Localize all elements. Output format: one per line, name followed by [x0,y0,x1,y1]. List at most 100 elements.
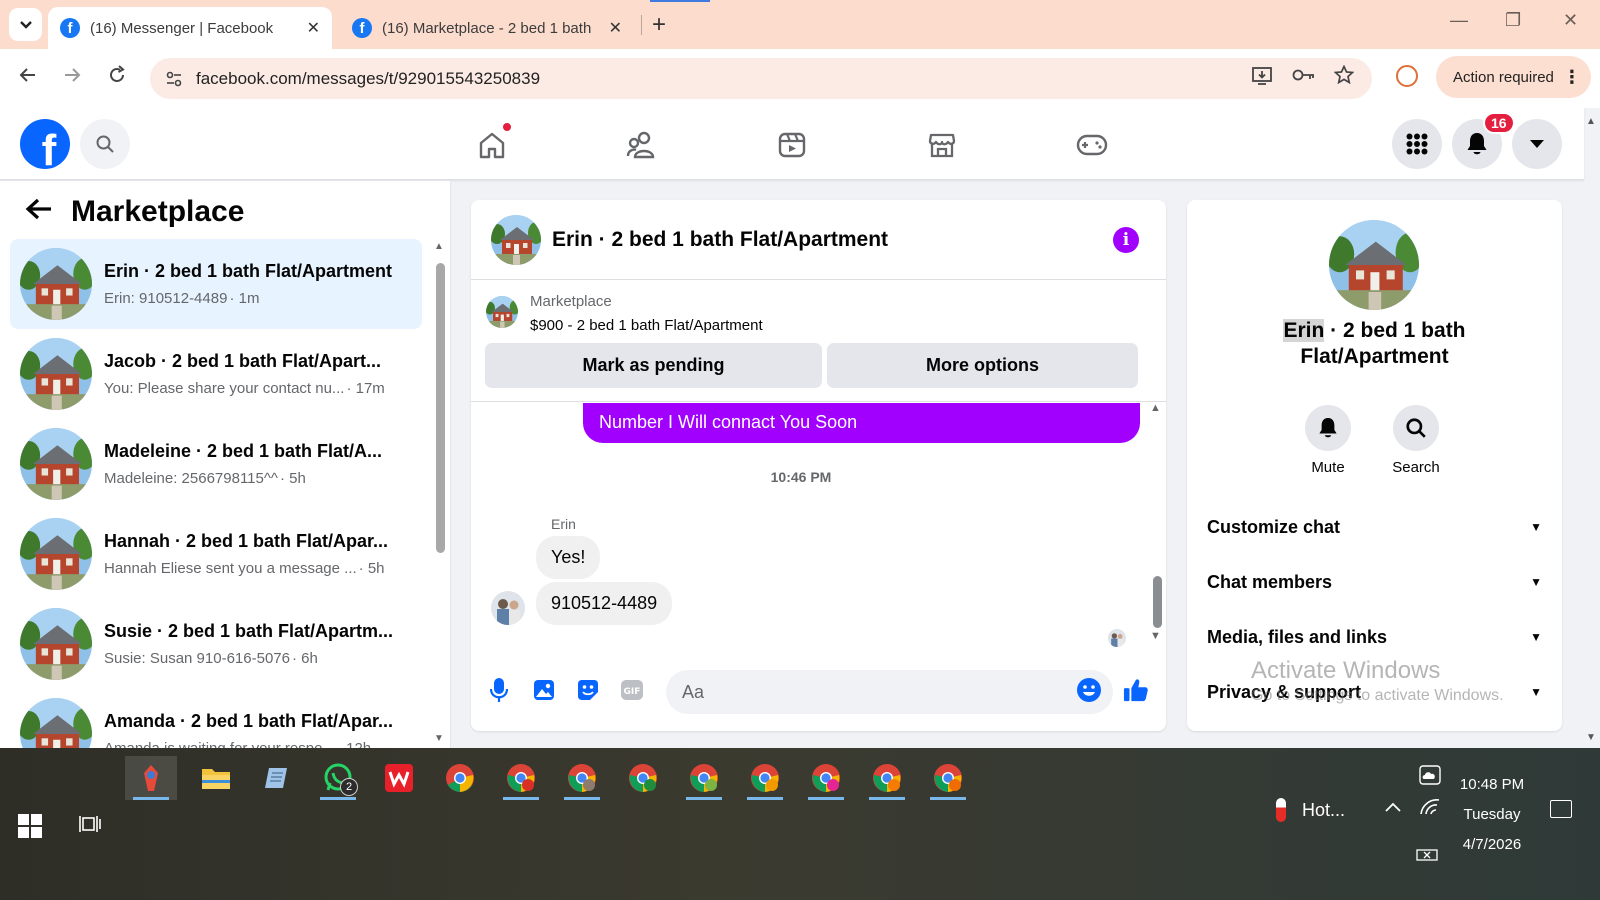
keyboard-language-icon[interactable] [1416,848,1438,867]
onedrive-icon[interactable] [1419,765,1441,790]
facebook-logo[interactable]: f [20,119,70,169]
taskbar-chrome-profile[interactable] [617,756,669,800]
sender-avatar[interactable] [491,591,525,625]
incoming-message-bubble[interactable]: 910512-4489 [536,582,673,625]
task-view-button[interactable] [79,814,103,836]
mute-button[interactable]: Mute [1298,405,1358,476]
nav-video[interactable] [775,128,809,162]
more-options-button[interactable]: More options [827,343,1138,388]
action-required-button[interactable]: Action required ⋮ [1436,56,1591,98]
conversation-name: Madeleine · 2 bed 1 bath Flat/A... [104,441,383,461]
nav-home[interactable] [475,128,509,162]
taskbar-chrome[interactable] [434,756,486,800]
browser-toolbar: facebook.com/messages/t/929015543250839 … [0,49,1600,108]
info-icon[interactable]: i [1113,227,1139,253]
close-tab-icon[interactable]: ✕ [609,18,622,38]
taskbar-whatsapp[interactable]: 2 [312,756,364,800]
sidebar-scrollbar[interactable] [436,263,445,553]
mark-as-pending-button[interactable]: Mark as pending [485,343,822,388]
sidebar-scroll-up-arrow[interactable]: ▲ [434,241,444,252]
taskbar-file-explorer[interactable] [190,756,242,800]
taskbar-app-notes[interactable] [251,756,303,800]
sidebar-scroll-down-arrow[interactable]: ▼ [434,733,444,744]
new-tab-button[interactable]: + [652,11,666,39]
thumbs-up-icon[interactable] [1123,677,1149,703]
taskbar-wps-office[interactable] [373,756,425,800]
back-button[interactable] [18,65,38,91]
section-privacy-support[interactable]: Privacy & support ▼ [1207,672,1542,712]
conversation-item[interactable]: Susie · 2 bed 1 bath Flat/Apartm... Susi… [10,599,422,689]
conversation-item[interactable]: Jacob · 2 bed 1 bath Flat/Apart... You: … [10,329,422,419]
taskbar-chrome-profile[interactable] [861,756,913,800]
outgoing-message-bubble[interactable]: Number I Will connact You Soon [583,403,1140,443]
tab-title: (16) Messenger | Facebook [90,19,274,37]
install-app-icon[interactable] [1252,66,1274,91]
facebook-search-button[interactable] [80,119,130,169]
chevron-down-icon: ▼ [1530,520,1542,534]
section-media-files-links[interactable]: Media, files and links ▼ [1207,617,1542,657]
bookmark-star-icon[interactable] [1333,64,1355,90]
incoming-message-bubble[interactable]: Yes! [536,536,601,579]
sticker-icon[interactable] [575,677,601,703]
action-center-icon[interactable] [1550,800,1572,818]
address-bar[interactable]: facebook.com/messages/t/929015543250839 [150,58,1372,99]
page-scroll-down-arrow[interactable]: ▼ [1586,732,1596,743]
reload-button[interactable] [107,65,127,91]
chat-scroll-down-arrow[interactable]: ▼ [1150,630,1161,642]
page-scroll-up-arrow[interactable]: ▲ [1586,116,1596,127]
show-hidden-icons-chevron-icon[interactable] [1384,800,1402,818]
chat-title[interactable]: Erin · 2 bed 1 bath Flat/Apartment [552,228,888,252]
restore-button[interactable]: ❐ [1505,10,1521,31]
conversation-item[interactable]: Hannah · 2 bed 1 bath Flat/Apar... Hanna… [10,509,422,599]
gif-icon[interactable]: GIF [619,677,645,703]
close-tab-icon[interactable]: ✕ [307,18,320,38]
caret-down-icon [1530,140,1544,148]
chat-scroll-up-arrow[interactable]: ▲ [1150,402,1161,414]
weather-widget[interactable]: Hot... [1276,798,1345,822]
taskbar-chrome-profile[interactable] [495,756,547,800]
taskbar-chrome-profile[interactable] [800,756,852,800]
taskbar-app-pinned[interactable] [125,756,177,800]
password-key-icon[interactable] [1292,67,1316,88]
url-text: facebook.com/messages/t/929015543250839 [196,68,541,88]
message-input[interactable] [666,670,1113,714]
tab-marketplace[interactable]: f (16) Marketplace - 2 bed 1 bath ✕ [340,7,634,49]
photo-icon[interactable] [531,677,557,703]
chat-scrollbar[interactable] [1153,576,1162,628]
section-chat-members[interactable]: Chat members ▼ [1207,562,1542,602]
reload-icon [110,65,125,82]
microphone-icon[interactable] [486,677,512,703]
nav-gaming[interactable] [1075,128,1109,162]
conversation-item[interactable]: Amanda · 2 bed 1 bath Flat/Apar... Amand… [10,689,422,748]
minimize-button[interactable]: — [1450,10,1468,31]
house-avatar[interactable] [491,214,541,265]
house-avatar[interactable] [1329,220,1419,310]
menu-button[interactable] [1392,119,1442,169]
taskbar-chrome-profile[interactable] [739,756,791,800]
section-customize-chat[interactable]: Customize chat ▼ [1207,507,1542,547]
tab-search-button[interactable] [9,8,42,41]
taskbar-chrome-profile[interactable] [556,756,608,800]
house-avatar [20,248,92,320]
nav-marketplace[interactable] [925,128,959,162]
taskbar-chrome-profile[interactable] [678,756,730,800]
nav-friends[interactable] [625,128,659,162]
profile-icon[interactable] [1396,65,1418,87]
search-in-chat-button[interactable]: Search [1386,405,1446,476]
conversation-item[interactable]: Erin · 2 bed 1 bath Flat/Apartment Erin:… [10,239,422,329]
listing-thumbnail[interactable] [486,296,518,328]
conversation-item[interactable]: Madeleine · 2 bed 1 bath Flat/A... Madel… [10,419,422,509]
conversation-name: Erin · 2 bed 1 bath Flat/Apartment [104,261,393,281]
wifi-icon[interactable] [1419,798,1441,821]
start-button[interactable] [18,814,42,838]
tab-messenger[interactable]: f (16) Messenger | Facebook ✕ [48,7,332,49]
back-arrow-icon[interactable] [25,196,53,228]
account-button[interactable] [1512,119,1562,169]
taskbar-chrome-profile[interactable] [922,756,974,800]
forward-button[interactable] [62,65,82,91]
close-window-button[interactable]: ✕ [1563,10,1578,31]
site-settings-icon[interactable] [164,69,184,89]
listing-price-title[interactable]: $900 - 2 bed 1 bath Flat/Apartment [530,317,763,334]
system-clock[interactable]: 10:48 PM Tuesday 4/7/2026 [1452,770,1532,860]
emoji-icon[interactable] [1076,677,1102,703]
